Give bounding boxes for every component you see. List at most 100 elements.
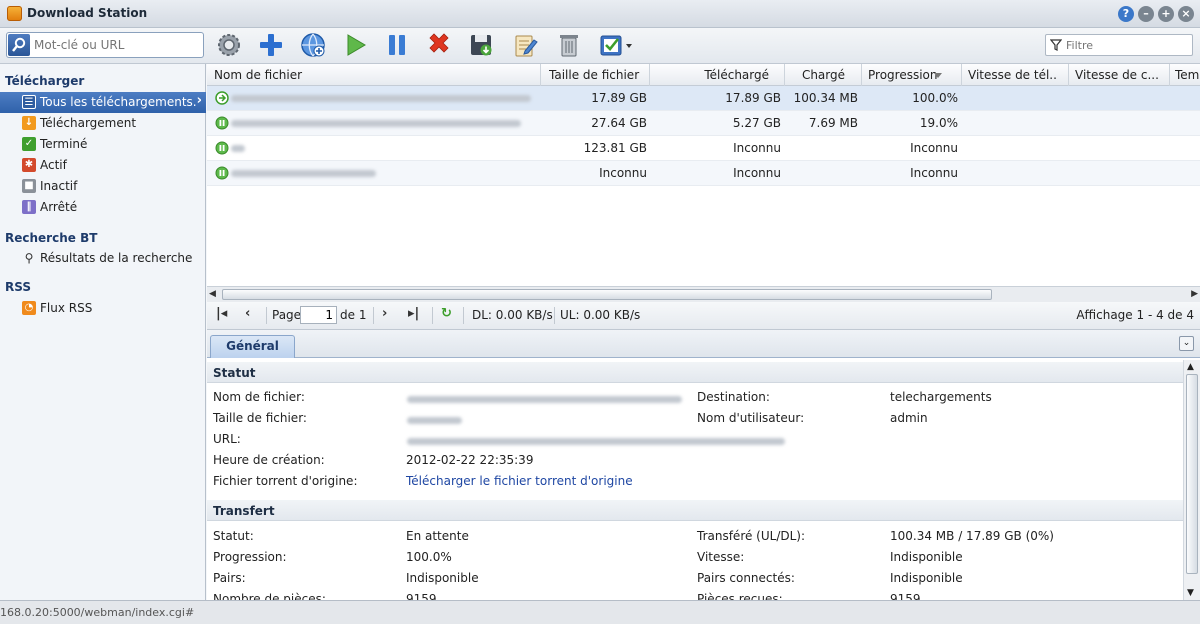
column-header-uploaded[interactable]: Chargé xyxy=(787,68,845,82)
last-page-icon[interactable]: ▸| xyxy=(408,306,419,321)
minimize-icon[interactable]: – xyxy=(1138,6,1154,22)
connected-peers-label: Pairs connectés: xyxy=(697,571,795,585)
status-value: En attente xyxy=(406,529,469,543)
column-header-dl-speed[interactable]: Vitesse de tél... xyxy=(968,68,1056,82)
settings-button[interactable] xyxy=(215,31,243,59)
sidebar-item-stopped[interactable]: ‖ Arrêté xyxy=(0,197,206,218)
table-row[interactable]: 17.89 GB 17.89 GB 100.34 MB 100.0% xyxy=(207,86,1200,111)
sidebar: Télécharger ☰ Tous les téléchargements. … xyxy=(0,64,206,600)
speed-value: Indisponible xyxy=(890,550,963,564)
download-torrent-link[interactable]: Télécharger le fichier torrent d'origine xyxy=(406,474,633,488)
first-page-icon[interactable]: |◂ xyxy=(216,306,227,321)
cell-size: 27.64 GB xyxy=(591,116,647,130)
page-number-input[interactable] xyxy=(300,306,337,324)
filter-input[interactable] xyxy=(1066,37,1186,53)
save-button[interactable] xyxy=(467,31,495,59)
search-input[interactable] xyxy=(34,36,199,54)
prev-page-icon[interactable]: ‹ xyxy=(245,306,250,321)
browser-status-bar: 168.0.20:5000/webman/index.cgi# xyxy=(0,600,1200,624)
scroll-down-icon[interactable]: ▼ xyxy=(1187,588,1194,598)
sidebar-item-finished[interactable]: ✓ Terminé xyxy=(0,134,206,155)
edit-icon xyxy=(515,35,538,57)
detail-vertical-scrollbar[interactable]: ▲ ▼ xyxy=(1183,360,1200,600)
sidebar-item-inactive[interactable]: ■ Inactif xyxy=(0,176,206,197)
add-button[interactable] xyxy=(257,31,285,59)
active-icon: ✱ xyxy=(22,158,36,172)
upload-speed: UL: 0.00 KB/s xyxy=(560,308,641,322)
pause-icon xyxy=(389,35,405,55)
status-label: Statut: xyxy=(213,529,254,543)
collapse-icon[interactable]: ⌄ xyxy=(1179,336,1194,351)
table-row[interactable]: 27.64 GB 5.27 GB 7.69 MB 19.0% xyxy=(207,111,1200,136)
scroll-left-icon[interactable]: ◀ xyxy=(209,289,216,299)
section-transfer: Transfert xyxy=(207,500,1183,521)
creation-time-label: Heure de création: xyxy=(213,453,325,467)
blurred-filesize-value xyxy=(407,417,462,424)
scrollbar-thumb[interactable] xyxy=(222,289,992,300)
sidebar-item-active[interactable]: ✱ Actif xyxy=(0,155,206,176)
column-header-downloaded[interactable]: Téléchargé xyxy=(657,68,769,82)
refresh-icon[interactable]: ↻ xyxy=(441,306,452,321)
sidebar-section-rss: RSS xyxy=(5,280,31,294)
maximize-icon[interactable]: + xyxy=(1158,6,1174,22)
transferred-value: 100.34 MB / 17.89 GB (0%) xyxy=(890,529,1054,543)
page-label: Page xyxy=(272,308,302,322)
sidebar-item-all[interactable]: ☰ Tous les téléchargements. › xyxy=(0,92,206,113)
scroll-up-icon[interactable]: ▲ xyxy=(1187,362,1194,372)
waiting-status-icon xyxy=(215,116,229,130)
sidebar-item-rss-feeds[interactable]: ◔ Flux RSS xyxy=(0,298,206,319)
next-page-icon[interactable]: › xyxy=(382,306,387,321)
scrollbar-thumb[interactable] xyxy=(1186,374,1198,574)
title-bar: Download Station ? – + × xyxy=(0,0,1200,28)
save-icon xyxy=(471,35,492,56)
list-icon: ☰ xyxy=(22,95,36,109)
select-button[interactable] xyxy=(599,31,635,59)
chevron-right-icon: › xyxy=(196,93,202,108)
stop-icon: ‖ xyxy=(22,200,36,214)
table-row[interactable]: 123.81 GB Inconnu Inconnu xyxy=(207,136,1200,161)
download-icon: ↓ xyxy=(22,116,36,130)
progress-value: 100.0% xyxy=(406,550,452,564)
detail-tabs: Général ⌄ xyxy=(207,330,1200,358)
clear-button[interactable] xyxy=(555,31,583,59)
search-icon[interactable] xyxy=(8,34,30,56)
delete-button[interactable] xyxy=(425,31,453,59)
cell-downloaded: 17.89 GB xyxy=(725,91,781,105)
blurred-filename xyxy=(231,95,531,102)
detail-panel: Général ⌄ Statut Nom de fichier: Taille … xyxy=(207,330,1200,606)
column-header-progress[interactable]: Progression xyxy=(868,68,940,82)
connected-peers-value: Indisponible xyxy=(890,571,963,585)
scroll-right-icon[interactable]: ▶ xyxy=(1191,289,1198,299)
toolbar xyxy=(0,28,1200,64)
cell-uploaded: 7.69 MB xyxy=(808,116,858,130)
pagination-bar: |◂ ‹ Page de 1 › ▸| ↻ DL: 0.00 KB/s UL: … xyxy=(207,302,1200,330)
column-header-time[interactable]: Tem xyxy=(1175,68,1200,82)
column-header-filename[interactable]: Nom de fichier xyxy=(214,68,534,82)
cell-downloaded: Inconnu xyxy=(733,166,781,180)
sidebar-item-downloading[interactable]: ↓ Téléchargement xyxy=(0,113,206,134)
search-box xyxy=(6,32,204,58)
table-row[interactable]: Inconnu Inconnu Inconnu xyxy=(207,161,1200,186)
blurred-filename xyxy=(231,120,521,127)
sidebar-item-search-results[interactable]: ⚲ Résultats de la recherche xyxy=(0,248,206,269)
add-url-button[interactable] xyxy=(299,31,327,59)
peers-value: Indisponible xyxy=(406,571,479,585)
destination-label: Destination: xyxy=(697,390,770,404)
horizontal-scrollbar[interactable]: ◀ ▶ xyxy=(207,286,1200,302)
cell-progress: 19.0% xyxy=(919,116,958,130)
edit-button[interactable] xyxy=(511,31,539,59)
column-header-size[interactable]: Taille de fichier xyxy=(549,68,649,82)
username-value: admin xyxy=(890,411,928,425)
column-header-ul-speed[interactable]: Vitesse de c... xyxy=(1075,68,1165,82)
close-icon[interactable]: × xyxy=(1178,6,1194,22)
gear-icon xyxy=(218,34,240,56)
resume-button[interactable] xyxy=(341,31,369,59)
help-icon[interactable]: ? xyxy=(1118,6,1134,22)
waiting-status-icon xyxy=(215,166,229,180)
select-check-icon xyxy=(600,35,632,56)
pause-button[interactable] xyxy=(383,31,411,59)
tab-general[interactable]: Général xyxy=(210,335,295,358)
inactive-icon: ■ xyxy=(22,179,36,193)
downloads-table: Nom de fichier Taille de fichier Télécha… xyxy=(207,64,1200,286)
trash-icon xyxy=(560,35,578,57)
